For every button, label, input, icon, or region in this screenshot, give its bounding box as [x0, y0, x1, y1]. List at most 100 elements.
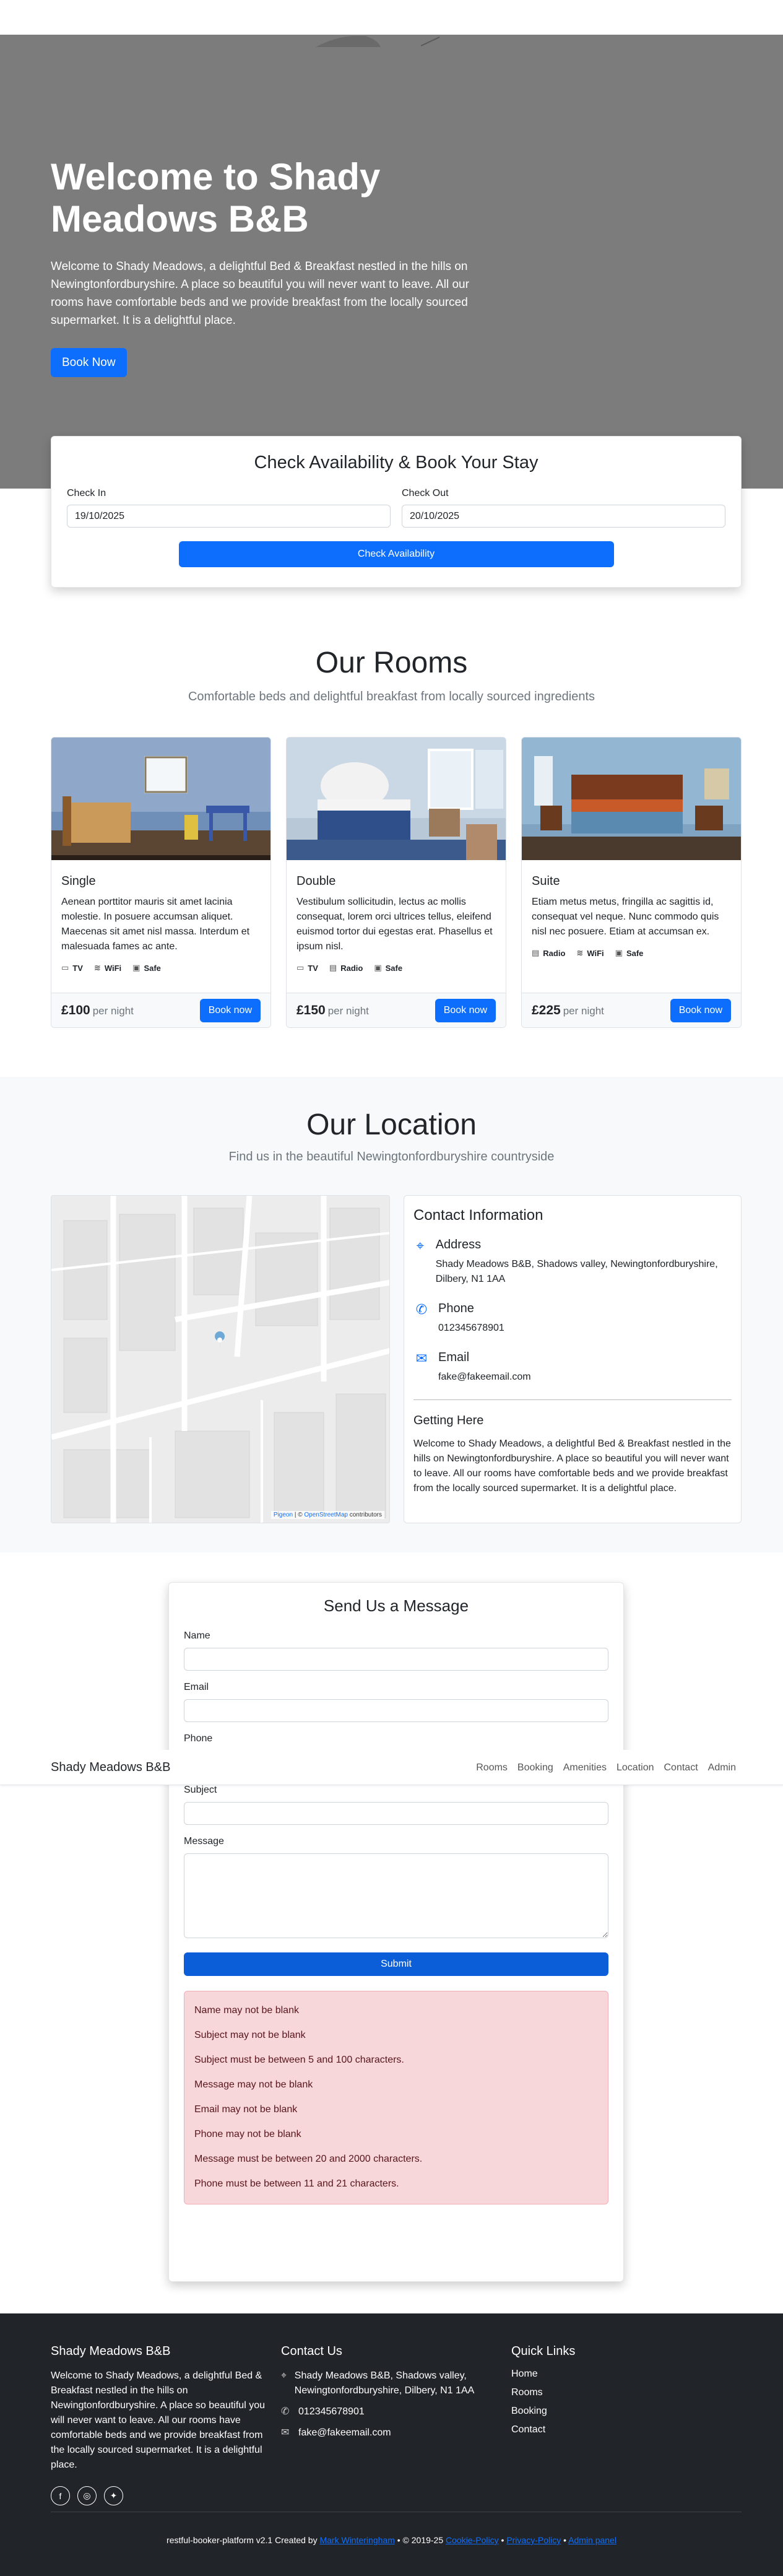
room-image-suite	[522, 738, 741, 860]
per-night-label: per night	[327, 1004, 369, 1017]
feature-tv: ▭ TV	[61, 963, 83, 973]
footer-about: Shady Meadows B&B Welcome to Shady Meado…	[51, 2344, 281, 2505]
error-message: Subject may not be blank	[194, 2030, 306, 2040]
getting-here-title: Getting Here	[413, 1414, 484, 1427]
contact-info-title: Contact Information	[413, 1207, 543, 1224]
hero-book-now-button[interactable]: Book Now	[51, 348, 127, 377]
hero-description: Welcome to Shady Meadows, a delightful B…	[51, 260, 469, 327]
nav-link-amenities[interactable]: Amenities	[563, 1762, 607, 1773]
nav-links: Rooms Booking Amenities Location Contact…	[476, 1762, 736, 1773]
copyright: restful-booker-platform v2.1 Created by …	[0, 2535, 783, 2545]
check-availability-button[interactable]: Check Availability	[178, 541, 614, 567]
cookie-policy-link[interactable]: Cookie-Policy	[446, 2535, 499, 2545]
error-message: Email may not be blank	[194, 2104, 298, 2115]
error-alert: Name may not be blank Subject may not be…	[184, 1991, 608, 2204]
submit-button[interactable]: Submit	[184, 1952, 608, 1976]
admin-panel-link[interactable]: Admin panel	[568, 2535, 616, 2545]
book-room-button[interactable]: Book now	[435, 998, 496, 1022]
hero-section: Welcome to Shady Meadows B&B Welcome to …	[0, 35, 783, 489]
email-label: Email	[438, 1351, 470, 1364]
name-input[interactable]	[184, 1648, 608, 1671]
navbar: Shady Meadows B&B Rooms Booking Amenitie…	[0, 1750, 783, 1785]
subject-label: Subject	[184, 1785, 217, 1795]
nav-link-contact[interactable]: Contact	[664, 1762, 698, 1773]
feature-safe: ▣ Safe	[132, 963, 161, 973]
radio-icon: ▤	[532, 948, 540, 957]
footer-link-booking[interactable]: Booking	[511, 2406, 742, 2417]
nav-link-location[interactable]: Location	[616, 1762, 654, 1773]
room-card-suite: Suite Etiam metus metus, fringilla ac sa…	[521, 737, 742, 1028]
error-message: Phone may not be blank	[194, 2129, 301, 2139]
room-features: ▭ TV ▤ Radio ▣ Safe	[296, 963, 496, 973]
error-message: Phone must be between 11 and 21 characte…	[194, 2178, 399, 2189]
phone-label: Phone	[438, 1302, 474, 1315]
book-room-button[interactable]: Book now	[199, 998, 261, 1022]
room-price-wrap: £150 per night	[296, 1003, 369, 1018]
email-input[interactable]	[184, 1699, 608, 1722]
footer-address: ⌖ Shady Meadows B&B, Shadows valley, Newi…	[281, 2369, 511, 2398]
location-subtitle: Find us in the beautiful Newingtonfordbu…	[228, 1150, 555, 1164]
message-textarea[interactable]	[184, 1853, 608, 1938]
footer-quick-links: Quick Links Home Rooms Booking Contact	[511, 2344, 742, 2505]
envelope-icon: ✉	[415, 1351, 428, 1366]
map[interactable]: Pigeon | © OpenStreetMap contributors	[51, 1195, 390, 1523]
room-card-double: Double Vestibulum sollicitudin, lectus a…	[286, 737, 506, 1028]
name-label: Name	[184, 1630, 210, 1641]
email-value: fake@fakeemail.com	[438, 1372, 531, 1382]
safe-icon: ▣	[615, 948, 623, 957]
footer-link-contact[interactable]: Contact	[511, 2424, 742, 2435]
map-pin-icon: ⌖	[281, 2370, 287, 2381]
contact-email: ✉ Email fake@fakeemail.com	[413, 1351, 732, 1385]
feature-radio: ▤ Radio	[329, 963, 363, 973]
map-attribution-sep: | ©	[293, 1512, 305, 1518]
feature-radio: ▤ Radio	[532, 948, 566, 958]
checkin-input[interactable]	[67, 505, 391, 528]
wifi-icon: ≋	[576, 948, 584, 957]
nav-link-admin[interactable]: Admin	[708, 1762, 736, 1773]
privacy-policy-link[interactable]: Privacy-Policy	[506, 2535, 561, 2545]
checkout-input[interactable]	[402, 505, 725, 528]
booking-title: Check Availability & Book Your Stay	[254, 453, 539, 472]
social-links: f ◎ ✦	[51, 2486, 281, 2505]
booking-card: Check Availability & Book Your Stay Chec…	[51, 436, 742, 588]
address-label: Address	[435, 1238, 482, 1251]
room-image-double	[287, 738, 506, 860]
rooms-subtitle: Comfortable beds and delightful breakfas…	[188, 690, 595, 703]
room-footer: £150 per night Book now	[287, 993, 506, 1027]
room-footer: £225 per night Book now	[522, 993, 741, 1027]
room-price-wrap: £100 per night	[61, 1003, 134, 1018]
navbar-brand[interactable]: Shady Meadows B&B	[51, 1760, 170, 1775]
feature-safe: ▣ Safe	[374, 963, 403, 973]
message-label: Message	[184, 1836, 224, 1847]
rooms-title: Our Rooms	[315, 646, 468, 679]
hero-title: Welcome to Shady Meadows B&B	[51, 156, 381, 240]
room-footer: £100 per night Book now	[51, 993, 270, 1027]
author-link[interactable]: Mark Winteringham	[319, 2535, 394, 2545]
wifi-icon: ≋	[93, 963, 101, 972]
instagram-icon[interactable]: ◎	[77, 2486, 97, 2505]
subject-input[interactable]	[184, 1802, 608, 1825]
contact-form-card: Send Us a Message Name Email Phone Subje…	[168, 1582, 624, 2282]
footer-link-rooms[interactable]: Rooms	[511, 2387, 742, 2398]
contact-address: ⌖ Address Shady Meadows B&B, Shadows val…	[413, 1238, 732, 1287]
footer-phone-text: 012345678901	[298, 2406, 365, 2417]
error-message: Subject must be between 5 and 100 charac…	[194, 2055, 404, 2065]
room-features: ▭ TV ≋ WiFi ▣ Safe	[61, 963, 261, 973]
room-image-single	[51, 738, 270, 860]
facebook-icon[interactable]: f	[51, 2486, 70, 2505]
checkin-label: Check In	[67, 488, 106, 498]
twitter-icon[interactable]: ✦	[104, 2486, 123, 2505]
tv-icon: ▭	[296, 963, 305, 972]
room-price-wrap: £225 per night	[532, 1003, 604, 1018]
osm-link[interactable]: OpenStreetMap	[304, 1512, 348, 1518]
map-attribution: Pigeon | © OpenStreetMap contributors	[270, 1511, 384, 1519]
footer-link-home[interactable]: Home	[511, 2369, 742, 2380]
nav-link-booking[interactable]: Booking	[517, 1762, 553, 1773]
nav-link-rooms[interactable]: Rooms	[476, 1762, 508, 1773]
location-title: Our Location	[306, 1108, 477, 1141]
map-tiles	[51, 1196, 389, 1523]
pigeon-link[interactable]: Pigeon	[274, 1512, 293, 1518]
room-description: Aenean porttitor mauris sit amet lacinia…	[61, 897, 250, 952]
footer-contact-title: Contact Us	[281, 2344, 342, 2358]
book-room-button[interactable]: Book now	[670, 998, 731, 1022]
